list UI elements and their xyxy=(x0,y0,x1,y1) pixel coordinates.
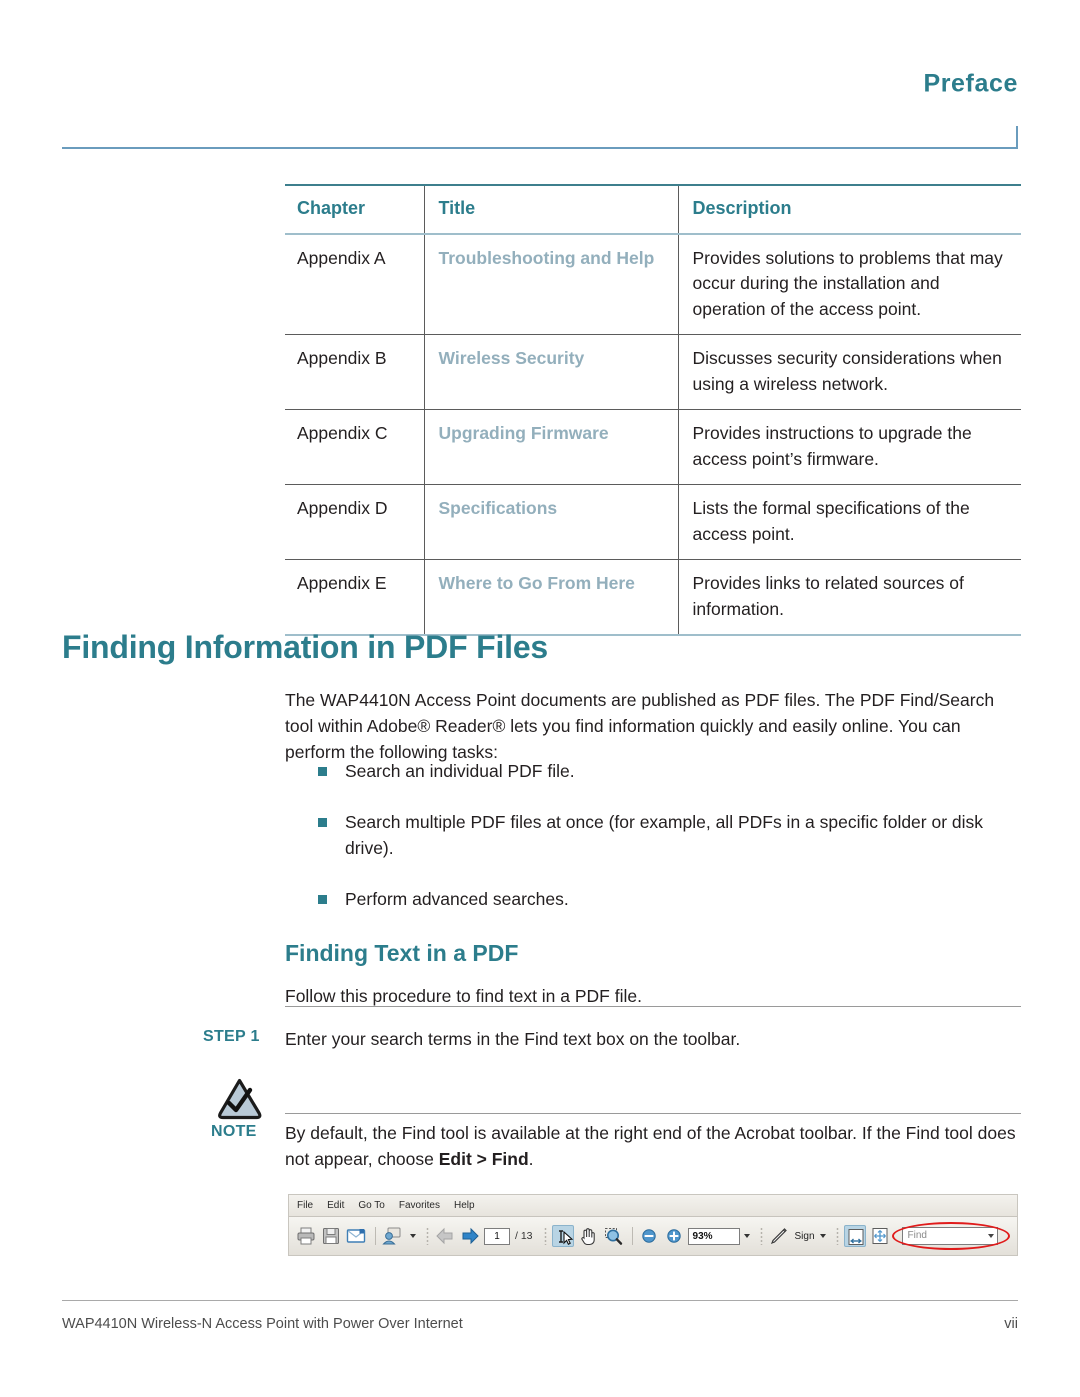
menu-item-edit[interactable]: Edit xyxy=(327,1200,344,1211)
subsection-heading-finding-text: Finding Text in a PDF xyxy=(285,940,519,967)
table-header-row: Chapter Title Description xyxy=(285,185,1021,234)
list-item: Perform advanced searches. xyxy=(285,886,1021,912)
zoom-out-icon[interactable] xyxy=(638,1225,660,1247)
toolbar-grip[interactable] xyxy=(543,1227,547,1245)
menu-item-file[interactable]: File xyxy=(297,1200,313,1211)
chapter-table: Chapter Title Description Appendix A Tro… xyxy=(285,184,1021,636)
sign-dropdown-caret-icon[interactable] xyxy=(819,1234,826,1238)
acrobat-toolbar-screenshot: File Edit Go To Favorites Help 1 / 13 93… xyxy=(288,1194,1018,1256)
cell-description: Lists the formal specifications of the a… xyxy=(677,484,1021,560)
find-dropdown-caret-icon[interactable] xyxy=(987,1234,994,1238)
header-rule-tick xyxy=(1016,126,1018,149)
menu-item-go-to[interactable]: Go To xyxy=(358,1200,385,1211)
list-item-text: Search an individual PDF file. xyxy=(345,761,575,781)
toolbar-grip[interactable] xyxy=(835,1227,839,1245)
note-triangle-check-icon xyxy=(216,1076,264,1121)
fit-page-icon[interactable] xyxy=(869,1225,891,1247)
table-row: Appendix B Wireless Security Discusses s… xyxy=(285,334,1021,410)
column-header-description: Description xyxy=(677,185,1021,234)
save-icon[interactable] xyxy=(320,1225,342,1247)
menu-item-help[interactable]: Help xyxy=(454,1200,475,1211)
page-header: Preface xyxy=(0,0,1080,160)
email-icon[interactable] xyxy=(345,1225,367,1247)
chapter-table-container: Chapter Title Description Appendix A Tro… xyxy=(285,184,1021,636)
find-box-container: Find xyxy=(891,1222,1010,1250)
column-header-title: Title xyxy=(423,185,678,234)
share-icon[interactable] xyxy=(381,1225,403,1247)
next-page-arrow-icon[interactable] xyxy=(459,1225,481,1247)
footer-page-number: vii xyxy=(1004,1316,1018,1332)
print-icon[interactable] xyxy=(295,1225,317,1247)
page-total-label: / 13 xyxy=(515,1230,533,1242)
cell-chapter: Appendix A xyxy=(297,247,386,268)
find-placeholder-text: Find xyxy=(907,1230,927,1241)
find-input[interactable]: Find xyxy=(901,1227,998,1245)
note-text-before: By default, the Find tool is available a… xyxy=(285,1123,1016,1169)
acrobat-tool-bar: 1 / 13 93% Sign Find xyxy=(289,1217,1017,1255)
fit-width-icon[interactable] xyxy=(843,1225,866,1247)
cell-title-link[interactable]: Where to Go From Here xyxy=(423,559,678,635)
table-row: Appendix D Specifications Lists the form… xyxy=(285,484,1021,560)
note-menu-path: Edit > Find xyxy=(438,1149,529,1169)
footer-divider xyxy=(62,1300,1018,1301)
table-row: Appendix A Troubleshooting and Help Prov… xyxy=(285,233,1021,335)
toolbar-separator xyxy=(375,1227,376,1245)
list-item: Search an individual PDF file. xyxy=(285,758,1021,784)
procedure-intro-paragraph: Follow this procedure to find text in a … xyxy=(285,985,642,1006)
step-text: Enter your search terms in the Find text… xyxy=(285,1029,741,1049)
zoom-dropdown-caret-icon[interactable] xyxy=(743,1234,750,1238)
square-bullet-icon xyxy=(318,895,327,904)
cell-chapter: Appendix B xyxy=(297,348,387,368)
column-header-chapter: Chapter xyxy=(297,198,366,218)
menu-item-favorites[interactable]: Favorites xyxy=(399,1200,440,1211)
sign-tool-label[interactable]: Sign xyxy=(795,1231,815,1242)
zoom-level-input[interactable]: 93% xyxy=(687,1227,740,1245)
cell-description: Provides instructions to upgrade the acc… xyxy=(677,409,1021,485)
chapter-table-body: Appendix A Troubleshooting and Help Prov… xyxy=(285,233,1021,635)
intro-paragraph: The WAP4410N Access Point documents are … xyxy=(285,689,995,762)
toolbar-grip[interactable] xyxy=(426,1227,429,1245)
task-bullet-list: Search an individual PDF file. Search mu… xyxy=(285,758,1021,912)
table-row: Appendix E Where to Go From Here Provide… xyxy=(285,559,1021,635)
list-item-text: Search multiple PDF files at once (for e… xyxy=(345,812,984,858)
cell-description: Discusses security considerations when u… xyxy=(677,334,1021,410)
toolbar-separator xyxy=(631,1227,633,1245)
acrobat-menu-bar: File Edit Go To Favorites Help xyxy=(289,1195,1017,1217)
sign-pen-icon[interactable] xyxy=(768,1225,790,1247)
cell-chapter: Appendix E xyxy=(297,573,387,593)
chapter-table-head: Chapter Title Description xyxy=(285,185,1021,234)
zoom-in-icon[interactable] xyxy=(663,1225,685,1247)
section-heading-finding-information: Finding Information in PDF Files xyxy=(62,629,549,666)
footer-document-title: WAP4410N Wireless-N Access Point with Po… xyxy=(62,1316,463,1332)
toolbar-grip[interactable] xyxy=(759,1227,763,1245)
cell-title-link[interactable]: Specifications xyxy=(423,484,678,560)
note-divider xyxy=(285,1113,1021,1114)
square-bullet-icon xyxy=(318,818,327,827)
page-number-input[interactable]: 1 xyxy=(484,1227,510,1245)
marquee-zoom-tool-icon[interactable] xyxy=(602,1225,624,1247)
cell-description: Provides links to related sources of inf… xyxy=(677,559,1021,635)
page-header-title: Preface xyxy=(923,69,1018,98)
note-text-after: . xyxy=(528,1149,534,1169)
note-text: By default, the Find tool is available a… xyxy=(285,1120,1021,1172)
previous-page-arrow-icon[interactable] xyxy=(434,1225,456,1247)
cell-title-link[interactable]: Troubleshooting and Help xyxy=(423,233,678,335)
list-item: Search multiple PDF files at once (for e… xyxy=(285,809,1021,861)
share-dropdown-caret-icon[interactable] xyxy=(410,1234,416,1238)
note-label: NOTE xyxy=(211,1123,257,1140)
cell-title-link[interactable]: Upgrading Firmware xyxy=(423,409,678,485)
header-rule xyxy=(62,147,1018,149)
cell-title-link[interactable]: Wireless Security xyxy=(423,334,678,410)
square-bullet-icon xyxy=(318,767,327,776)
cell-description: Provides solutions to problems that may … xyxy=(677,233,1021,335)
cell-chapter: Appendix D xyxy=(297,498,388,518)
table-row: Appendix C Upgrading Firmware Provides i… xyxy=(285,409,1021,485)
hand-tool-icon[interactable] xyxy=(577,1225,599,1247)
step-divider xyxy=(285,1006,1021,1007)
list-item-text: Perform advanced searches. xyxy=(345,889,569,909)
step-label: STEP 1 xyxy=(203,1028,260,1045)
select-text-tool-icon[interactable] xyxy=(551,1225,574,1247)
cell-chapter: Appendix C xyxy=(297,423,388,443)
